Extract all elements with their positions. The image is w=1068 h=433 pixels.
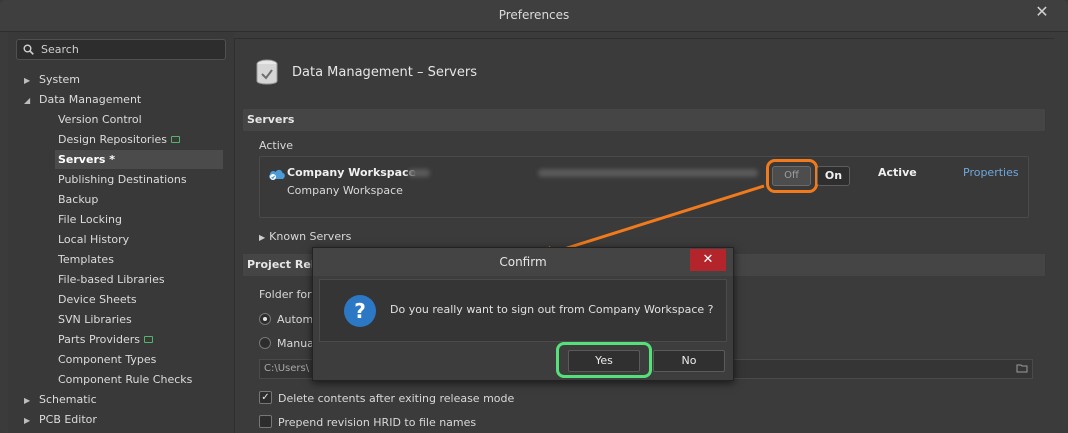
- prepend-revision-label: Prepend revision HRID to file names: [278, 416, 477, 429]
- tree-item[interactable]: ◢ Data Management: [24, 90, 141, 109]
- tree-item[interactable]: Local History: [55, 230, 223, 249]
- tree-item-label: PCB Editor: [39, 413, 97, 426]
- chevron-right-icon[interactable]: ▶: [24, 391, 34, 410]
- tree-item[interactable]: File-based Libraries: [55, 270, 223, 289]
- redacted-text: [408, 169, 430, 177]
- title-bar: Preferences ✕: [0, 0, 1068, 32]
- prepend-revision-checkbox[interactable]: [259, 415, 272, 428]
- page-title: Data Management – Servers: [292, 65, 477, 80]
- chevron-right-icon: ▶: [259, 233, 266, 242]
- chevron-right-icon[interactable]: ▶: [24, 71, 34, 90]
- active-label: Active: [259, 139, 294, 152]
- tree-item-label: Backup: [58, 193, 99, 206]
- search-placeholder: Search: [41, 43, 79, 56]
- servers-section-header: Servers: [243, 109, 1045, 131]
- tree-item-label: File-based Libraries: [58, 273, 165, 286]
- no-button[interactable]: No: [653, 350, 725, 372]
- tree-item-label: System: [39, 73, 81, 86]
- tree-item[interactable]: Device Sheets: [55, 290, 223, 309]
- search-icon: [23, 44, 34, 55]
- database-icon: [256, 59, 278, 85]
- server-status: Active: [878, 166, 917, 179]
- dialog-title-bar: Confirm ✕: [313, 248, 733, 276]
- highlight-ring-orange: [766, 159, 818, 193]
- delete-contents-label: Delete contents after exiting release mo…: [278, 392, 515, 405]
- tree-item-label: Parts Providers: [58, 333, 140, 346]
- tree-item-label: File Locking: [58, 213, 122, 226]
- server-icon: [143, 335, 153, 343]
- release-folder-value: C:\Users\: [264, 363, 310, 374]
- question-icon: ?: [344, 295, 376, 327]
- tree-item[interactable]: Version Control: [55, 110, 223, 129]
- tree-item[interactable]: Parts Providers: [55, 330, 223, 349]
- dialog-body: ? Do you really want to sign out from Co…: [319, 279, 727, 342]
- tree-item-label: SVN Libraries: [58, 313, 132, 326]
- tree-item-label: Servers *: [58, 153, 115, 166]
- tree-item-label: Local History: [58, 233, 130, 246]
- window-title: Preferences: [498, 8, 570, 22]
- cloud-icon: [268, 169, 285, 180]
- preferences-tree-panel: Search ▶ System ◢ Data Management Version Co…: [8, 32, 234, 433]
- manual-radio[interactable]: [259, 337, 271, 349]
- tree-item[interactable]: Templates: [55, 250, 223, 269]
- tree-item[interactable]: SVN Libraries: [55, 310, 223, 329]
- toggle-on-button[interactable]: On: [817, 166, 850, 186]
- tree-item[interactable]: Design Repositories: [55, 130, 223, 149]
- server-subtitle: Company Workspace: [287, 184, 403, 197]
- redacted-url: [538, 169, 758, 177]
- tree-item-label: Schematic: [39, 393, 97, 406]
- close-window-icon[interactable]: ✕: [1034, 4, 1050, 20]
- tree-item-label: Design Repositories: [58, 133, 168, 146]
- dialog-message: Do you really want to sign out from Comp…: [390, 303, 714, 316]
- preferences-window: Preferences ✕ Search ▶ System ◢ Data Manage…: [0, 0, 1068, 433]
- search-input[interactable]: Search: [16, 39, 226, 60]
- tree-item-label: Component Rule Checks: [58, 373, 193, 386]
- tree-item[interactable]: ▶ System: [24, 70, 80, 89]
- tree-item-label: Device Sheets: [58, 293, 137, 306]
- dialog-title: Confirm: [499, 255, 547, 269]
- manual-radio-label: Manua: [277, 337, 314, 350]
- server-icon: [171, 135, 181, 143]
- chevron-down-icon[interactable]: ◢: [24, 91, 34, 110]
- tree-item-label: Templates: [58, 253, 114, 266]
- tree-item[interactable]: Component Types: [55, 350, 223, 369]
- tree-item-label: Component Types: [58, 353, 157, 366]
- known-servers-label: Known Servers: [269, 230, 352, 243]
- tree-item-label: Publishing Destinations: [58, 173, 187, 186]
- tree-item[interactable]: Publishing Destinations: [55, 170, 223, 189]
- tree-item[interactable]: File Locking: [55, 210, 223, 229]
- folder-icon[interactable]: [1016, 363, 1028, 373]
- dialog-close-button[interactable]: ✕: [690, 249, 726, 271]
- known-servers-expander[interactable]: ▶ Known Servers: [259, 230, 351, 243]
- tree-item[interactable]: ▶ PCB Editor: [24, 410, 97, 429]
- tree-item-label: Version Control: [58, 113, 142, 126]
- properties-link[interactable]: Properties: [963, 166, 1019, 179]
- yes-button[interactable]: Yes: [568, 350, 640, 372]
- chevron-right-icon[interactable]: ▶: [24, 411, 34, 430]
- tree-item[interactable]: Component Rule Checks: [55, 370, 223, 389]
- tree-item[interactable]: Servers *: [55, 150, 223, 169]
- folder-label: Folder for: [259, 288, 312, 301]
- delete-contents-checkbox[interactable]: ✓: [259, 391, 272, 404]
- server-row: Company Workspace Company Workspace Acti…: [259, 156, 1029, 218]
- tree-item[interactable]: Backup: [55, 190, 223, 209]
- server-name: Company Workspace: [287, 166, 417, 179]
- tree-item[interactable]: ▶ Schematic: [24, 390, 97, 409]
- confirm-dialog: Confirm ✕ ? Do you really want to sign o…: [312, 247, 734, 381]
- tree-item-label: Data Management: [39, 93, 142, 106]
- auto-radio[interactable]: [259, 313, 271, 325]
